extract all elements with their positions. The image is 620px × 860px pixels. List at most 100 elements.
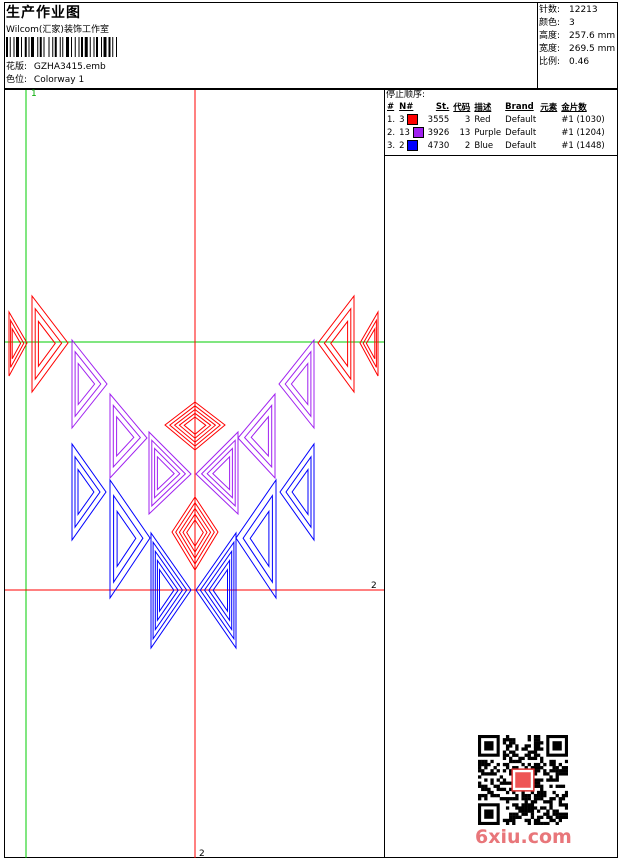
qr-module <box>490 769 494 773</box>
qr-module <box>540 790 544 795</box>
qr-module <box>509 750 513 754</box>
qr-module <box>527 735 531 739</box>
qr-module <box>558 769 562 773</box>
qr-module <box>505 818 510 823</box>
qr-module <box>555 809 559 813</box>
qr-module <box>555 769 559 773</box>
qr-module <box>527 738 531 742</box>
qr-module <box>533 756 538 761</box>
qr-module <box>478 766 482 770</box>
qr-module <box>524 747 528 751</box>
qr-module <box>533 762 538 767</box>
qr-module <box>496 769 500 773</box>
purple-triangle-outline <box>284 350 312 418</box>
qr-module <box>509 759 513 764</box>
qr-module <box>549 778 553 782</box>
qr-module <box>540 793 544 798</box>
qr-module <box>536 741 541 745</box>
qr-module <box>502 797 507 801</box>
qr-module <box>515 797 519 801</box>
qr-module <box>481 762 485 767</box>
qr-module <box>536 790 541 795</box>
qr-module <box>540 747 544 751</box>
red-axis-label-bottom: 2 <box>199 849 205 859</box>
qr-module <box>546 772 550 776</box>
qr-module <box>487 787 491 792</box>
qr-module <box>524 800 528 804</box>
qr-module <box>527 750 531 754</box>
red-triangle-outline <box>365 327 376 360</box>
qr-module <box>478 759 482 764</box>
qr-module <box>524 809 528 813</box>
qr-module <box>493 793 497 798</box>
qr-module <box>481 784 485 788</box>
qr-module <box>527 809 531 813</box>
qr-module <box>502 741 507 745</box>
qr-module <box>558 797 562 801</box>
blue-triangle <box>235 478 277 600</box>
qr-module <box>536 821 541 825</box>
qr-module <box>540 741 544 745</box>
qr-module <box>515 759 519 764</box>
qr-module <box>555 812 559 816</box>
red-triangle-outline <box>37 319 56 368</box>
purple-triangle-outline <box>71 338 108 430</box>
qr-module <box>509 738 513 742</box>
qr-module <box>502 781 507 785</box>
qr-module <box>502 769 507 773</box>
qr-module <box>521 797 525 801</box>
qr-module <box>484 762 488 767</box>
qr-module <box>515 812 519 816</box>
qr-module <box>512 812 516 816</box>
qr-module <box>505 821 510 825</box>
qr-module <box>505 762 510 767</box>
qr-module <box>527 756 531 761</box>
qr-module <box>533 741 538 745</box>
qr-module <box>536 762 541 767</box>
qr-module <box>509 812 513 816</box>
qr-module <box>555 766 559 770</box>
blue-triangle-outline <box>77 468 95 516</box>
qr-module <box>524 812 528 816</box>
qr-module <box>505 766 510 770</box>
qr-module <box>555 821 559 825</box>
qr-module <box>496 787 500 792</box>
qr-module <box>564 793 568 798</box>
purple-triangle-outline <box>77 362 96 406</box>
qr-finder <box>484 809 494 819</box>
qr-module <box>530 803 535 807</box>
qr-module <box>549 769 553 773</box>
qr-module <box>536 747 541 751</box>
qr-module <box>543 812 547 816</box>
qr-module <box>552 759 556 764</box>
qr-module <box>540 815 544 819</box>
red-triangle-outline <box>31 294 69 394</box>
qr-module <box>549 806 553 810</box>
qr-module <box>536 766 541 770</box>
qr-module <box>561 803 566 807</box>
blue-triangle <box>279 442 315 542</box>
qr-module <box>533 753 538 757</box>
qr-module <box>518 806 522 810</box>
qr-module <box>505 735 510 739</box>
purple-triangle-outline <box>290 362 309 406</box>
qr-module <box>481 787 485 792</box>
purple-triangle <box>237 392 276 480</box>
qr-module <box>505 753 510 757</box>
qr-module <box>524 818 528 823</box>
qr-module <box>502 818 507 823</box>
red-triangle-outline <box>317 294 355 394</box>
qr-module <box>552 790 556 795</box>
qr-module <box>524 806 528 810</box>
qr-module <box>536 738 541 742</box>
embroidery-design: 1 2 2 <box>5 89 384 859</box>
qr-module <box>564 766 568 770</box>
qr-module <box>512 803 516 807</box>
qr-module <box>490 793 494 798</box>
qr-module <box>555 778 559 782</box>
qr-module <box>524 753 528 757</box>
qr-module <box>561 793 566 798</box>
qr-module <box>518 809 522 813</box>
qr-module <box>515 815 519 819</box>
qr-module <box>530 806 535 810</box>
